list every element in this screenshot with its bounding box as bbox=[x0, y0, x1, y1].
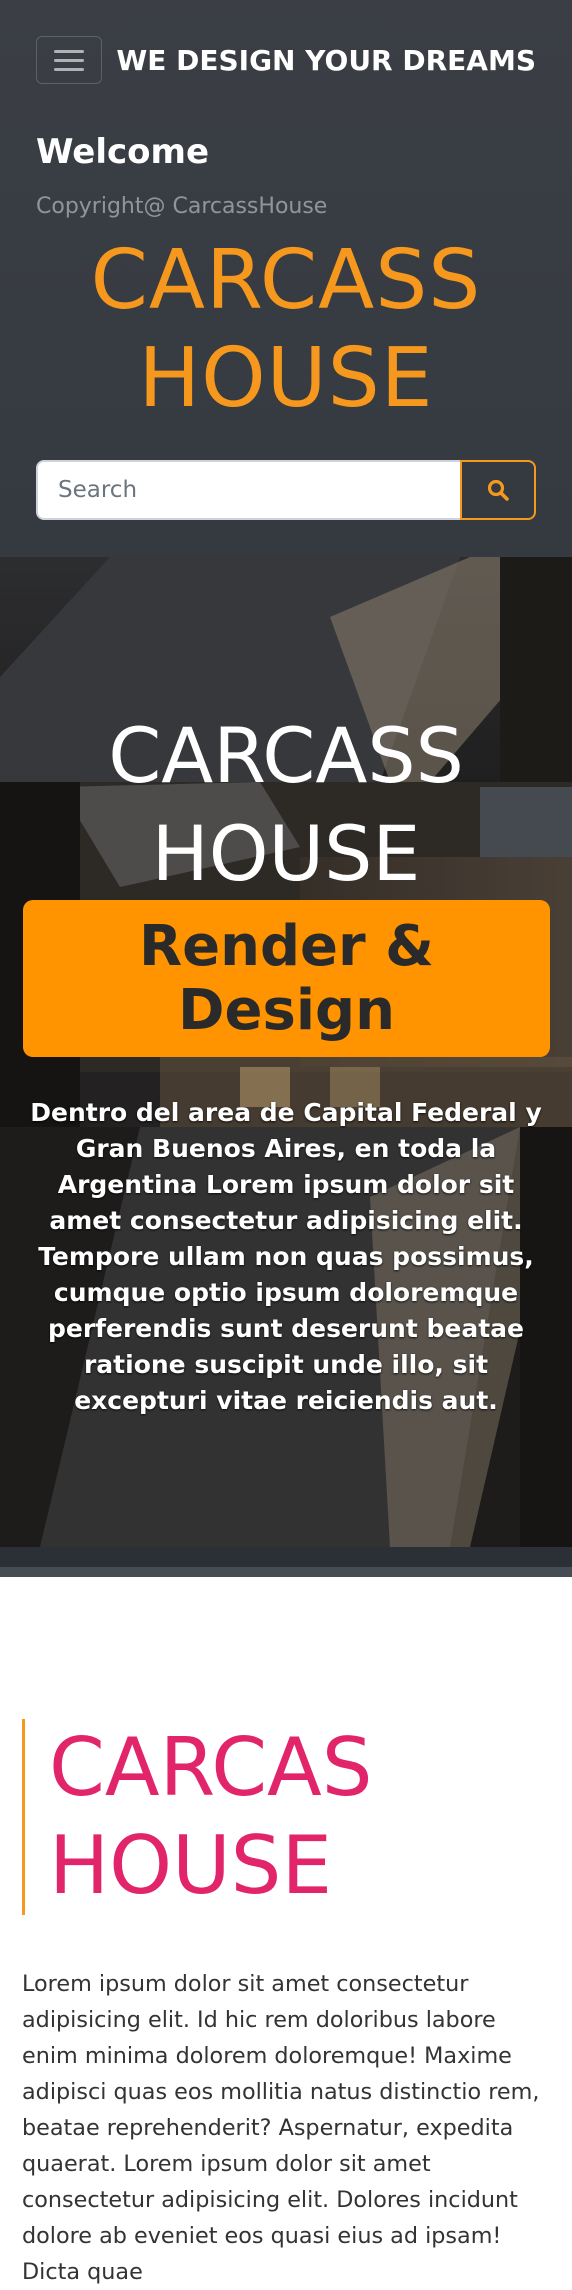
hero-title-line-1: CARCASS bbox=[108, 711, 464, 800]
top-navbar: WE DESIGN YOUR DREAMS Welcome Copyright@… bbox=[0, 0, 572, 557]
copyright-text: Copyright@ CarcassHouse bbox=[36, 194, 328, 219]
menu-toggle-button[interactable] bbox=[36, 36, 102, 84]
hero-title-line-2: HOUSE bbox=[151, 809, 421, 898]
search-button[interactable] bbox=[460, 460, 536, 520]
about-heading-line-1: CARCAS bbox=[49, 1721, 373, 1814]
search-input[interactable] bbox=[36, 460, 460, 520]
welcome-heading: Welcome bbox=[36, 132, 210, 172]
badge-line-2: Design bbox=[178, 977, 395, 1043]
about-body-text: Lorem ipsum dolor sit amet consectetur a… bbox=[22, 1971, 540, 2286]
site-logo-text: CARCASS HOUSE bbox=[0, 232, 572, 428]
hero-description: Dentro del area de Capital Federal y Gra… bbox=[30, 1098, 542, 1415]
hamburger-menu-icon-bar bbox=[54, 58, 84, 62]
render-design-badge: Render & Design bbox=[23, 900, 550, 1057]
logo-line-2: HOUSE bbox=[138, 331, 434, 426]
about-heading: CARCAS HOUSE bbox=[22, 1719, 373, 1915]
search-form bbox=[36, 460, 536, 520]
hero-title: CARCASS HOUSE bbox=[0, 707, 572, 903]
logo-line-1: CARCASS bbox=[90, 233, 482, 328]
search-icon bbox=[487, 479, 509, 501]
about-heading-line-2: HOUSE bbox=[49, 1819, 333, 1912]
hamburger-menu-icon bbox=[54, 49, 84, 53]
hero-section: CARCASS HOUSE Render & Design Dentro del… bbox=[0, 557, 572, 1577]
about-section: CARCAS HOUSE Lorem ipsum dolor sit amet … bbox=[0, 1577, 572, 2285]
brand-tagline[interactable]: WE DESIGN YOUR DREAMS bbox=[116, 44, 536, 77]
hamburger-menu-icon-bar bbox=[54, 67, 84, 71]
badge-line-1: Render & bbox=[139, 913, 434, 979]
